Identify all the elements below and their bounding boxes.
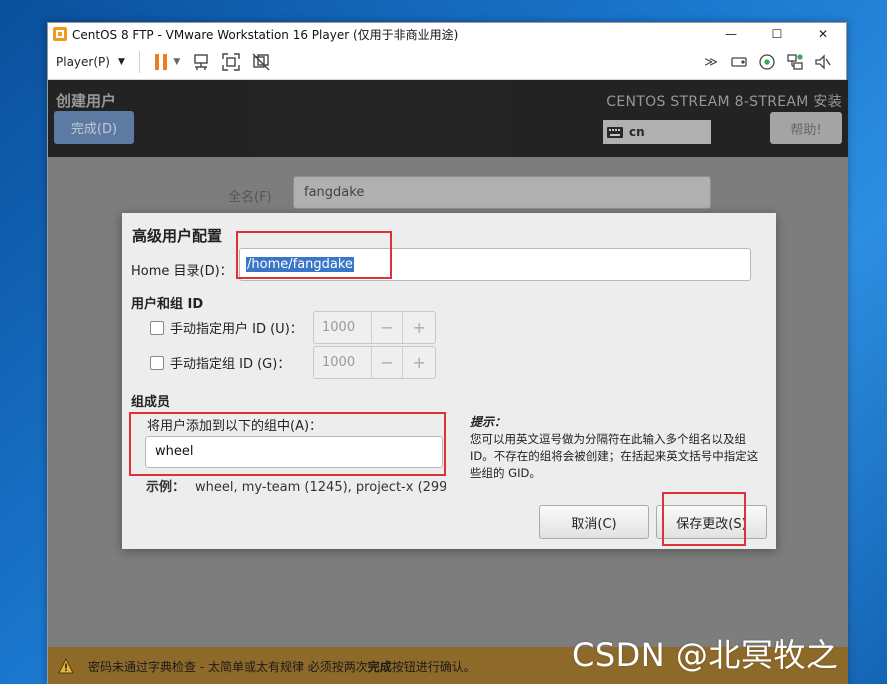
fullname-label: 全名(F) <box>228 190 272 205</box>
example-label: 示例： <box>146 480 186 495</box>
warning-icon <box>58 658 74 674</box>
network-computer-icon <box>194 54 208 70</box>
page-title: 创建用户 <box>56 92 117 110</box>
keyboard-layout-indicator[interactable]: cn <box>603 120 711 144</box>
network-adapter-button[interactable] <box>784 51 806 73</box>
installer-header: 创建用户 完成(D) CENTOS STREAM 8-STREAM 安装 cn … <box>48 80 848 157</box>
home-dir-value: /home/fangdake <box>246 257 354 272</box>
chevron-down-icon: ▼ <box>117 57 125 67</box>
vmware-toolbar: Player(P) ▼ ▼ ≫ <box>48 45 846 80</box>
hard-disk-icon <box>731 57 747 67</box>
example-value: wheel, my-team (1245), project-x (29935) <box>195 480 446 495</box>
done-button[interactable]: 完成(D) <box>54 111 134 144</box>
save-changes-button[interactable]: 保存更改(S) <box>656 505 767 539</box>
hint-text: 您可以用英文逗号做为分隔符在此输入多个组名以及组 ID。不存在的组将会被创建；在… <box>470 432 759 480</box>
uid-decrement-button[interactable]: − <box>372 312 404 343</box>
groups-example: 示例： wheel, my-team (1245), project-x (299… <box>146 476 446 495</box>
close-button[interactable]: ✕ <box>800 23 846 45</box>
group-members-section-heading: 组成员 <box>131 395 171 410</box>
keyboard-icon <box>607 126 623 138</box>
hard-disk-button[interactable] <box>728 51 750 73</box>
uid-value[interactable]: 1000 <box>314 312 372 343</box>
warning-text-bold: 完成 <box>367 659 392 674</box>
warning-message: 密码未通过字典检查 - 太简单或太有规律 必须按两次完成按钮进行确认。 <box>88 658 476 675</box>
help-button[interactable]: 帮助! <box>770 112 842 144</box>
uid-increment-button[interactable]: + <box>403 312 435 343</box>
minimize-button[interactable]: — <box>708 23 754 45</box>
network-icon <box>787 54 803 70</box>
warning-text-before: 密码未通过字典检查 - 太简单或太有规律 必须按两次 <box>88 659 368 674</box>
pause-icon <box>154 54 167 70</box>
guest-screen: 创建用户 完成(D) CENTOS STREAM 8-STREAM 安装 cn … <box>48 80 848 684</box>
player-menu[interactable]: Player(P) ▼ <box>56 55 125 69</box>
csdn-watermark: CSDN @北冥牧之 <box>572 636 839 674</box>
home-dir-label: Home 目录(D)： <box>131 264 233 279</box>
more-devices-button[interactable]: ≫ <box>700 51 722 73</box>
fullname-input[interactable]: fangdake <box>293 176 711 209</box>
title-bar: CentOS 8 FTP - VMware Workstation 16 Pla… <box>48 23 846 45</box>
uid-checkbox[interactable] <box>150 320 164 335</box>
sound-button[interactable] <box>812 51 834 73</box>
hint-title: 提示： <box>470 415 507 429</box>
gid-stepper: 1000 − + <box>313 346 436 379</box>
vmware-window: CentOS 8 FTP - VMware Workstation 16 Pla… <box>47 22 848 684</box>
gid-checkbox[interactable] <box>150 355 164 370</box>
gid-decrement-button[interactable]: − <box>372 347 404 378</box>
uid-row: 手动指定用户 ID (U)： <box>150 311 303 344</box>
advanced-user-config-dialog: 高级用户配置 Home 目录(D)： /home/fangdake 用户和组 I… <box>122 213 776 549</box>
send-ctrl-alt-del-button[interactable] <box>190 51 212 73</box>
speaker-icon <box>815 54 831 70</box>
dialog-title: 高级用户配置 <box>132 227 223 245</box>
pause-dropdown[interactable]: ▼ <box>172 51 182 73</box>
unity-button[interactable] <box>250 51 272 73</box>
fullscreen-icon <box>222 53 240 71</box>
player-menu-label: Player(P) <box>56 55 110 69</box>
keyboard-layout-value: cn <box>629 125 645 139</box>
uid-stepper: 1000 − + <box>313 311 436 344</box>
gid-row: 手动指定组 ID (G)： <box>150 346 290 379</box>
uid-gid-section-heading: 用户和组 ID <box>131 297 204 312</box>
toolbar-divider <box>138 51 140 73</box>
cancel-button[interactable]: 取消(C) <box>539 505 649 539</box>
vmware-app-icon <box>53 27 67 41</box>
double-chevron-right-icon: ≫ <box>704 54 718 70</box>
gid-increment-button[interactable]: + <box>403 347 435 378</box>
groups-label: 将用户添加到以下的组中(A)： <box>147 419 323 434</box>
chevron-down-icon: ▼ <box>173 57 181 67</box>
gid-checkbox-label[interactable]: 手动指定组 ID (G)： <box>170 353 290 372</box>
cd-icon <box>759 54 775 70</box>
pause-button[interactable] <box>150 51 172 73</box>
unity-off-icon <box>252 53 270 71</box>
window-title: CentOS 8 FTP - VMware Workstation 16 Pla… <box>72 27 459 42</box>
cd-dvd-button[interactable] <box>756 51 778 73</box>
fullscreen-button[interactable] <box>220 51 242 73</box>
home-dir-input[interactable]: /home/fangdake <box>239 248 751 281</box>
groups-input[interactable]: wheel <box>145 436 443 468</box>
uid-checkbox-label[interactable]: 手动指定用户 ID (U)： <box>170 318 303 337</box>
product-title: CENTOS STREAM 8-STREAM 安装 <box>606 94 842 110</box>
warning-text-after: 按钮进行确认。 <box>391 659 476 674</box>
gid-value[interactable]: 1000 <box>314 347 372 378</box>
maximize-button[interactable]: ☐ <box>754 23 800 45</box>
